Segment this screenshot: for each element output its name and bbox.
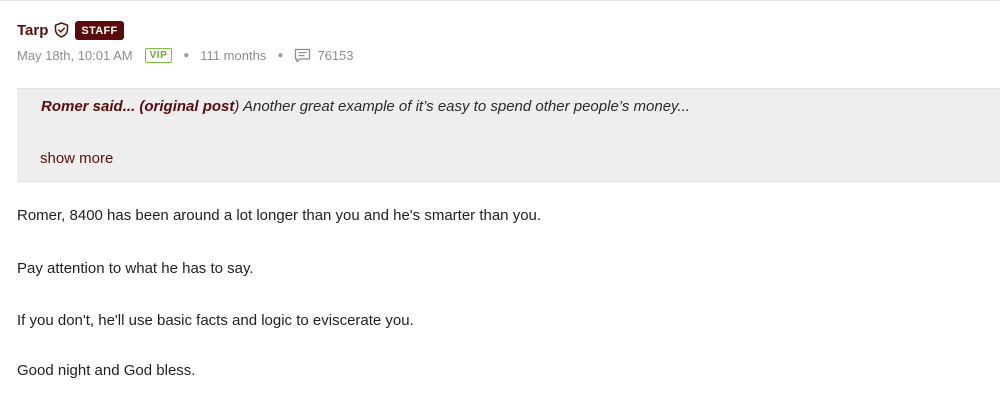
post-timestamp[interactable]: May 18th, 10:01 AM bbox=[17, 48, 133, 63]
original-post-link[interactable]: (original post bbox=[139, 98, 234, 115]
quote-block: Romer said... (original post) Another gr… bbox=[17, 88, 1000, 182]
body-paragraph: Romer, 8400 has been around a lot longer… bbox=[17, 207, 542, 224]
post-header: Tarp STAFF bbox=[17, 19, 124, 41]
body-paragraph: Good night and God bless. bbox=[17, 362, 196, 379]
quote-author: Romer said... bbox=[41, 98, 136, 115]
forum-post: Tarp STAFF May 18th, 10:01 AM VIP ● 111 … bbox=[0, 0, 1000, 402]
body-paragraph: Pay attention to what he has to say. bbox=[17, 260, 254, 277]
body-paragraph: If you don't, he'll use basic facts and … bbox=[17, 312, 414, 329]
meta-separator: ● bbox=[277, 49, 284, 61]
quote-text: Another great example of it’s easy to sp… bbox=[239, 98, 690, 115]
staff-badge: STAFF bbox=[75, 20, 124, 40]
comment-icon bbox=[294, 48, 311, 63]
post-meta: May 18th, 10:01 AM VIP ● 111 months ● 76… bbox=[17, 45, 354, 65]
quote-line: Romer said... (original post) Another gr… bbox=[41, 98, 690, 115]
vip-badge: VIP bbox=[144, 47, 173, 63]
meta-separator: ● bbox=[183, 49, 190, 61]
member-tenure: 111 months bbox=[200, 47, 267, 63]
post-count: 76153 bbox=[317, 47, 354, 63]
shield-icon bbox=[54, 22, 69, 38]
show-more-button[interactable]: show more bbox=[40, 150, 113, 167]
username-link[interactable]: Tarp bbox=[17, 22, 48, 39]
